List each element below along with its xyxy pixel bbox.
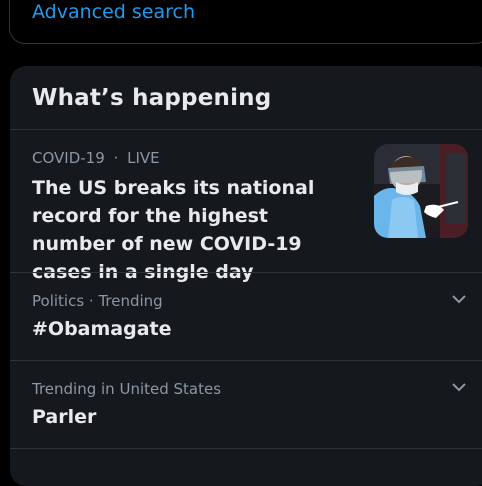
trend-meta: Trending in United States (32, 380, 222, 398)
whats-happening-panel: What’s happening COVID-19 · LIVE The US … (10, 66, 482, 486)
news-thumbnail[interactable] (374, 144, 468, 238)
trend-meta: Politics · Trending (32, 292, 163, 310)
thumbnail-image (374, 144, 468, 238)
chevron-down-icon[interactable] (450, 290, 468, 308)
trend-title: Parler (32, 406, 97, 428)
chevron-down-icon[interactable] (450, 378, 468, 396)
meta-separator: · (113, 149, 119, 167)
divider (10, 448, 482, 449)
trend-category: COVID-19 (32, 149, 105, 167)
trend-item-parler[interactable]: Trending in United States Parler (10, 360, 482, 448)
trend-headline: The US breaks its national record for th… (32, 177, 315, 283)
advanced-search-link[interactable]: Advanced search (32, 0, 195, 24)
trend-meta: COVID-19 · LIVE (32, 148, 160, 168)
trend-title: #Obamagate (32, 318, 172, 340)
trend-item-obamagate[interactable]: Politics · Trending #Obamagate (10, 272, 482, 360)
panel-title: What’s happening (32, 85, 272, 111)
live-badge: LIVE (127, 149, 160, 167)
